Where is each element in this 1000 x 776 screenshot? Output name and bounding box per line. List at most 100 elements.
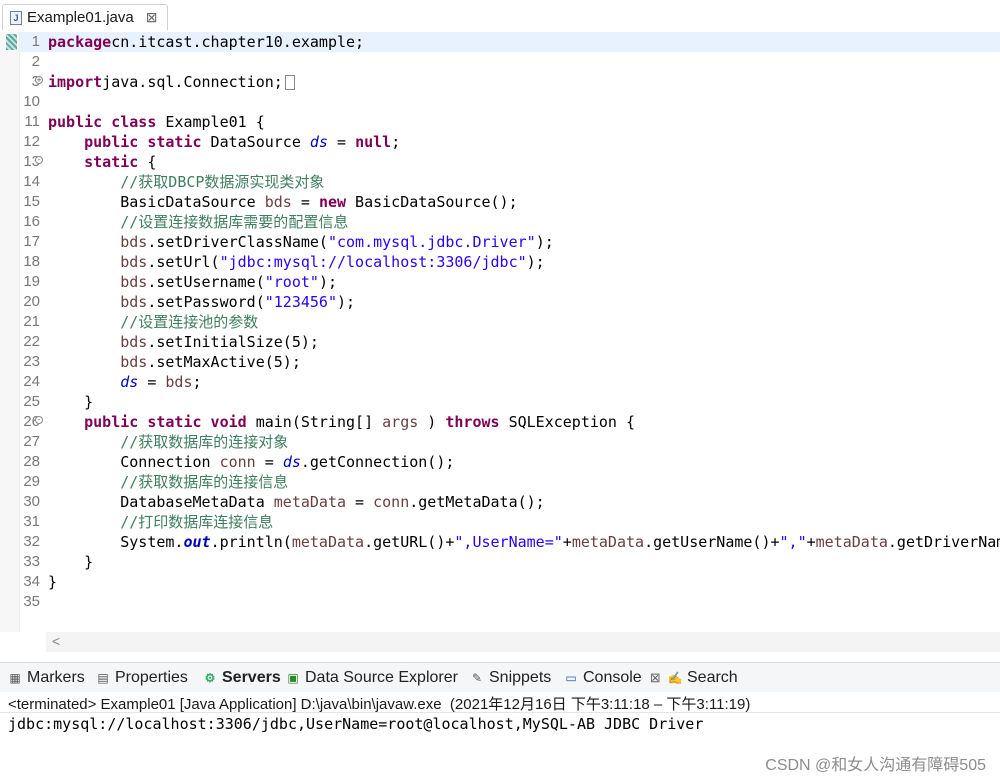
code-text: bds.setUsername("root");: [48, 272, 337, 292]
code-editor[interactable]: 1 packagecn.itcast.chapter10.example; 23 + i…: [0, 32, 1000, 652]
code-line[interactable]: 11 public class Example01 {: [0, 112, 1000, 132]
view-tab-console[interactable]: ▭ Console ⊠: [564, 666, 661, 690]
view-tab-label: Servers: [222, 669, 281, 686]
code-line[interactable]: 10: [0, 92, 1000, 112]
code-token: //获取数据库的连接信息: [120, 473, 289, 491]
line-number: 10: [23, 93, 40, 110]
line-number: 19: [23, 273, 40, 290]
line-number: 27: [23, 433, 40, 450]
code-line[interactable]: 12 public static DataSource ds = null;: [0, 132, 1000, 152]
line-number: 30: [23, 493, 40, 510]
code-text: }: [48, 392, 93, 412]
code-line[interactable]: 34}: [0, 572, 1000, 592]
code-line[interactable]: 21 //设置连接池的参数: [0, 312, 1000, 332]
code-line[interactable]: 25 }: [0, 392, 1000, 412]
code-line[interactable]: 28 Connection conn = ds.getConnection();: [0, 452, 1000, 472]
servers-icon: ⚙: [204, 671, 216, 685]
code-token: public class: [48, 113, 157, 131]
code-token: bds: [165, 373, 193, 391]
code-token: .getUserName()+: [644, 533, 780, 551]
view-tab-label: Data Source Explorer: [305, 669, 458, 686]
code-text: DatabaseMetaData metaData = conn.getMeta…: [48, 492, 544, 512]
collapse-fold-icon[interactable]: -: [35, 416, 43, 424]
code-token: //获取DBCP数据源实现类对象: [120, 173, 325, 191]
code-token: .getDriverName: [887, 533, 1000, 551]
code-line[interactable]: 17 bds.setDriverClassName("com.mysql.jdb…: [0, 232, 1000, 252]
line-number: 17: [23, 233, 40, 250]
data-source-explorer-icon: ▣: [287, 671, 299, 685]
view-tab-snippets[interactable]: ✎ Snippets: [470, 666, 551, 690]
code-line[interactable]: 14 //获取DBCP数据源实现类对象: [0, 172, 1000, 192]
view-tab-servers[interactable]: ⚙ Servers: [203, 666, 281, 690]
code-token: .getURL()+: [364, 533, 455, 551]
line-number: 11: [24, 113, 40, 130]
code-line[interactable]: 29 //获取数据库的连接信息: [0, 472, 1000, 492]
view-tab-properties[interactable]: ▤ Properties: [96, 666, 188, 690]
code-line[interactable]: 1 packagecn.itcast.chapter10.example;: [0, 32, 1000, 52]
code-line[interactable]: 32 System.out.println(metaData.getURL()+…: [0, 532, 1000, 552]
code-token: =: [346, 493, 374, 511]
code-text: }: [48, 552, 93, 572]
expand-fold-icon[interactable]: +: [35, 76, 43, 84]
console-status-line: <terminated> Example01 [Java Application…: [0, 692, 1000, 713]
code-line[interactable]: 20 bds.setPassword("123456");: [0, 292, 1000, 312]
code-token: );: [318, 273, 337, 291]
code-line[interactable]: 24 ds = bds;: [0, 372, 1000, 392]
code-text: //获取数据库的连接对象: [48, 432, 288, 452]
code-line[interactable]: 26- public static void main(String[] arg…: [0, 412, 1000, 432]
console-output[interactable]: jdbc:mysql://localhost:3306/jdbc,UserNam…: [0, 712, 1000, 776]
code-line[interactable]: 16 //设置连接数据库需要的配置信息: [0, 212, 1000, 232]
editor-tab-example01[interactable]: J Example01.java ⊠: [2, 4, 168, 30]
view-tab-label: Properties: [115, 669, 188, 686]
close-console-icon[interactable]: ⊠: [650, 670, 661, 686]
code-token: package: [48, 33, 112, 51]
line-number: 23: [23, 353, 40, 370]
code-token: bds: [120, 233, 148, 251]
code-line[interactable]: 33 }: [0, 552, 1000, 572]
code-token: bds: [120, 253, 148, 271]
code-token: .setUrl(: [147, 253, 220, 271]
code-line[interactable]: 18 bds.setUrl("jdbc:mysql://localhost:33…: [0, 252, 1000, 272]
code-line[interactable]: 2: [0, 52, 1000, 72]
scroll-left-icon[interactable]: <: [52, 633, 60, 649]
code-token: .setDriverClassName(: [147, 233, 328, 251]
line-number: 22: [23, 333, 40, 350]
code-line[interactable]: 31 //打印数据库连接信息: [0, 512, 1000, 532]
code-token: .setMaxActive(5);: [147, 353, 301, 371]
code-line[interactable]: 15 BasicDataSource bds = new BasicDataSo…: [0, 192, 1000, 212]
code-token: .getConnection();: [300, 453, 455, 471]
close-tab-icon[interactable]: ⊠: [146, 9, 158, 26]
view-tab-search[interactable]: ✍ Search: [668, 666, 738, 690]
code-text: //设置连接数据库需要的配置信息: [48, 212, 348, 232]
code-token: =: [291, 193, 319, 211]
code-line[interactable]: 23 bds.setMaxActive(5);: [0, 352, 1000, 372]
view-tab-bar: ▦ Markers ▤ Properties ⚙ Servers ▣ Data Source …: [0, 662, 1000, 692]
code-token: DatabaseMetaData: [48, 493, 274, 511]
line-number: 25: [23, 393, 40, 410]
code-token: {: [138, 153, 157, 171]
code-text: //打印数据库连接信息: [48, 512, 273, 532]
line-number: 29: [23, 473, 40, 490]
code-line[interactable]: 3+importjava.sql.Connection;: [0, 72, 1000, 92]
code-line[interactable]: 35: [0, 592, 1000, 612]
code-line[interactable]: 30 DatabaseMetaData metaData = conn.getM…: [0, 492, 1000, 512]
view-tab-data-source-explorer[interactable]: ▣ Data Source Explorer: [286, 666, 458, 690]
properties-icon: ▤: [97, 671, 109, 685]
code-line[interactable]: 22 bds.setInitialSize(5);: [0, 332, 1000, 352]
line-number: 34: [23, 573, 40, 590]
code-line[interactable]: 27 //获取数据库的连接对象: [0, 432, 1000, 452]
code-token: metaData: [815, 533, 888, 551]
code-line[interactable]: 19 bds.setUsername("root");: [0, 272, 1000, 292]
collapse-fold-icon[interactable]: -: [35, 156, 43, 164]
code-line[interactable]: 13- static {: [0, 152, 1000, 172]
horizontal-scrollbar[interactable]: <: [46, 632, 1000, 652]
code-token: new: [318, 193, 347, 211]
code-token: .setPassword(: [147, 293, 265, 311]
collapsed-imports-icon[interactable]: [284, 75, 295, 90]
code-text: bds.setMaxActive(5);: [48, 352, 301, 372]
line-number: 1: [31, 33, 40, 50]
view-tab-markers[interactable]: ▦ Markers: [8, 666, 84, 690]
